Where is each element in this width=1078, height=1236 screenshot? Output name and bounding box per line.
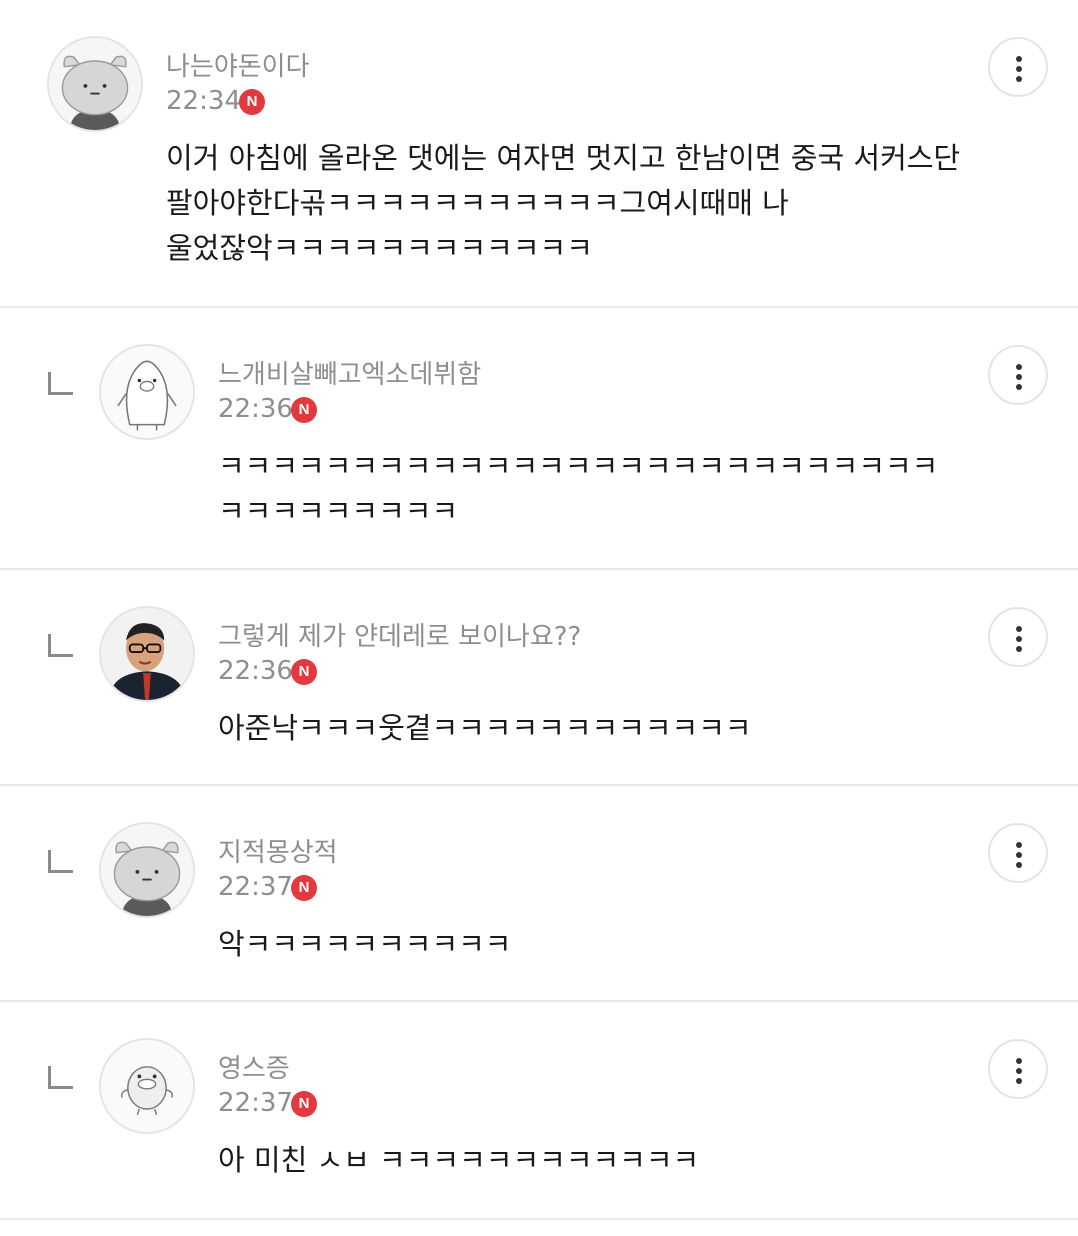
more-vertical-icon-dot (1016, 66, 1022, 72)
comment-text: 악ㅋㅋㅋㅋㅋㅋㅋㅋㅋㅋ (218, 927, 512, 961)
more-vertical-icon (1016, 364, 1022, 370)
more-vertical-icon (1016, 842, 1022, 848)
new-badge: N (291, 875, 317, 901)
author-name[interactable]: 영스증 (218, 1048, 290, 1085)
timestamp: 22:37 (218, 1088, 293, 1118)
avatar[interactable] (99, 344, 195, 440)
comment-text: ㅋㅋㅋㅋㅋㅋㅋㅋㅋㅋㅋㅋㅋㅋㅋㅋㅋㅋㅋㅋㅋㅋㅋㅋㅋㅋㅋ ㅋㅋㅋㅋㅋㅋㅋㅋㅋ (218, 449, 939, 528)
more-vertical-icon-dot (1016, 374, 1022, 380)
more-vertical-icon-dot (1016, 862, 1022, 868)
comment-text: 아준낙ㅋㅋㅋ웃곁ㅋㅋㅋㅋㅋㅋㅋㅋㅋㅋㅋㅋ (218, 711, 752, 745)
timestamp: 22:37 (218, 872, 293, 902)
reply-arrow-icon (48, 372, 73, 395)
new-badge: N (291, 1091, 317, 1117)
more-vertical-icon (1016, 56, 1022, 62)
more-vertical-icon-dot (1016, 1068, 1022, 1074)
timestamp: 22:36 (218, 656, 293, 686)
more-vertical-icon-dot (1016, 76, 1022, 82)
new-badge: N (239, 89, 265, 115)
comment-text: 아 미친 ㅅㅂ ㅋㅋㅋㅋㅋㅋㅋㅋㅋㅋㅋㅋ (218, 1143, 700, 1177)
more-vertical-icon-dot (1016, 384, 1022, 390)
more-vertical-icon-dot (1016, 636, 1022, 642)
author-name[interactable]: 나는야돈이다 (166, 46, 310, 83)
more-vertical-icon (1016, 626, 1022, 632)
person-photo (101, 608, 193, 700)
author-name[interactable]: 느개비살빼고엑소데뷔함 (218, 354, 481, 391)
reply-item: 느개비살빼고엑소데뷔함 22:36 N ㅋㅋㅋㅋㅋㅋㅋㅋㅋㅋㅋㅋㅋㅋㅋㅋㅋㅋㅋㅋ… (0, 308, 1078, 570)
reply-item: 지적몽상적 22:37 N 악ㅋㅋㅋㅋㅋㅋㅋㅋㅋㅋ (0, 786, 1078, 1002)
new-badge: N (291, 397, 317, 423)
reply-item: 그렇게 제가 얀데레로 보이나요?? 22:36 N 아준낙ㅋㅋㅋ웃곁ㅋㅋㅋㅋㅋ… (0, 570, 1078, 786)
avatar[interactable] (99, 606, 195, 702)
comment-item: 나는야돈이다 22:34 N 이거 아침에 올라온 댓에는 여자면 멋지고 한남… (0, 0, 1078, 308)
bear-icon (49, 38, 141, 130)
avatar[interactable] (47, 36, 143, 132)
more-options-button[interactable] (988, 345, 1048, 405)
bear-icon (101, 824, 193, 916)
reply-arrow-icon (48, 850, 73, 873)
timestamp: 22:36 (218, 394, 293, 424)
author-name[interactable]: 지적몽상적 (218, 832, 338, 869)
avatar[interactable] (99, 822, 195, 918)
more-options-button[interactable] (988, 823, 1048, 883)
reply-item: 영스증 22:37 N 아 미친 ㅅㅂ ㅋㅋㅋㅋㅋㅋㅋㅋㅋㅋㅋㅋ (0, 1002, 1078, 1220)
comment-text: 이거 아침에 올라온 댓에는 여자면 멋지고 한남이면 중국 서커스단 팔아야한… (166, 141, 961, 265)
new-badge: N (291, 659, 317, 685)
reply-arrow-icon (48, 634, 73, 657)
more-vertical-icon-dot (1016, 1078, 1022, 1084)
more-options-button[interactable] (988, 1039, 1048, 1099)
more-options-button[interactable] (988, 37, 1048, 97)
more-vertical-icon (1016, 1058, 1022, 1064)
duck-icon (101, 1040, 193, 1132)
author-name[interactable]: 그렇게 제가 얀데레로 보이나요?? (218, 616, 581, 653)
more-vertical-icon-dot (1016, 646, 1022, 652)
more-options-button[interactable] (988, 607, 1048, 667)
more-vertical-icon-dot (1016, 852, 1022, 858)
penguin-icon (101, 346, 193, 438)
timestamp: 22:34 (166, 86, 241, 116)
reply-arrow-icon (48, 1066, 73, 1089)
avatar[interactable] (99, 1038, 195, 1134)
